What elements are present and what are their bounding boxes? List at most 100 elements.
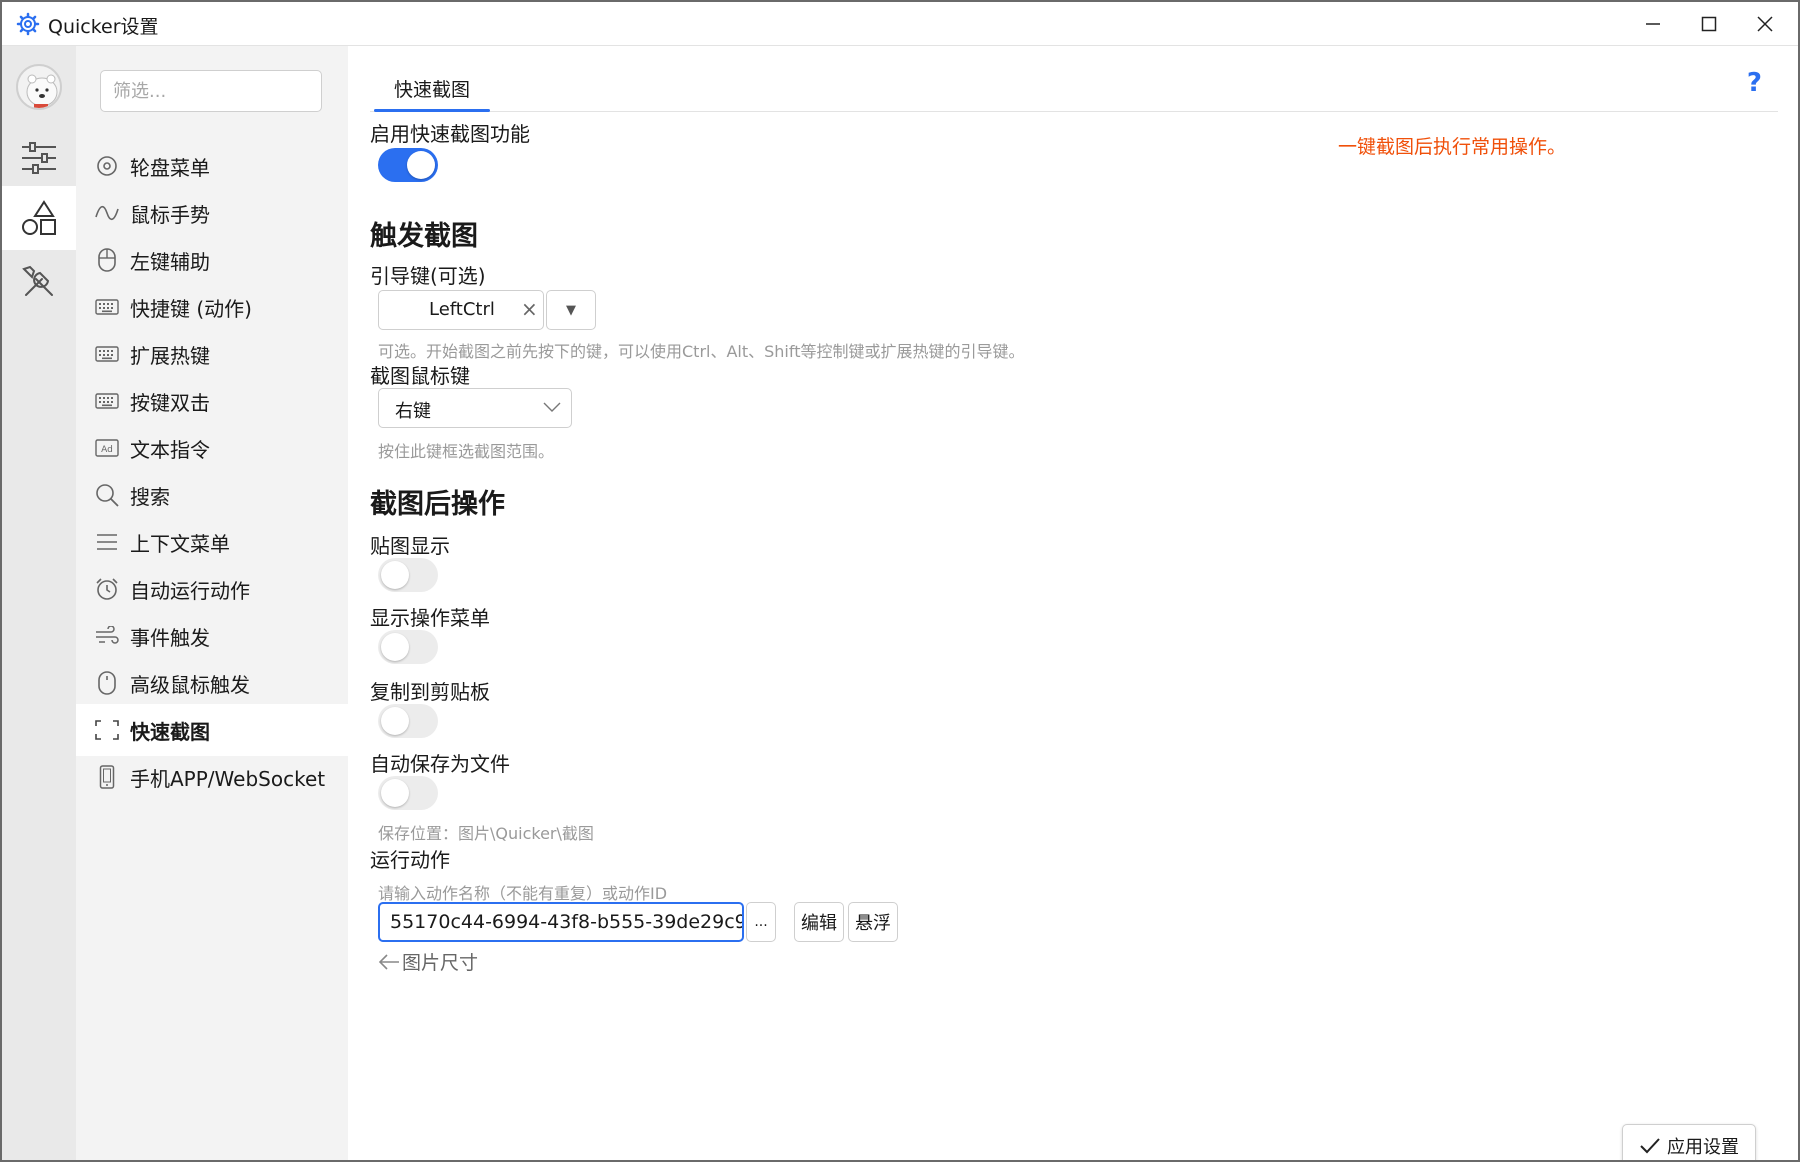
nav-item-wheel-menu[interactable]: 轮盘菜单 [76,140,348,192]
dropdown-arrow-icon: ▼ [566,302,576,318]
nav-item-label: 按键双击 [130,390,210,415]
image-size-link[interactable]: 图片尺寸 [378,948,478,975]
mouse-key-label: 截图鼠标键 [370,364,470,388]
nav-item-key-double-press[interactable]: 按键双击 [76,375,348,427]
mouse-left-icon [98,248,116,272]
run-action-label: 运行动作 [370,848,450,872]
nav-item-label: 手机APP/WebSocket [130,766,326,791]
nav-item-label: 高级鼠标触发 [130,672,250,697]
keyboard-icon [95,299,119,315]
settings-nav: 轮盘菜单 鼠标手势 左键辅助 快捷键 (动作) 扩展热键 按键双击 Ad 文本指… [76,46,348,1160]
nav-item-auto-run-action[interactable]: 自动运行动作 [76,563,348,615]
mouse-key-hint: 按住此键框选截图范围。 [378,442,555,461]
gesture-icon [95,205,119,221]
menu-label: 显示操作菜单 [370,606,490,630]
nav-item-label: 轮盘菜单 [130,155,210,180]
help-icon[interactable]: ? [1747,68,1762,98]
menu-toggle[interactable] [378,630,438,664]
image-size-label: 图片尺寸 [402,952,479,974]
toggle-knob [381,779,409,807]
nav-item-label: 文本指令 [130,437,210,462]
close-button[interactable] [1734,2,1796,46]
chevron-down-icon [543,402,561,412]
nav-item-label: 自动运行动作 [130,578,250,603]
svg-text:Ad: Ad [101,445,113,455]
toggle-knob [381,633,409,661]
rail-shapes[interactable] [2,186,76,250]
save-location-hint: 保存位置：图片\Quicker\截图 [378,824,594,843]
pin-toggle[interactable] [378,558,438,592]
nav-item-label: 上下文菜单 [130,531,230,556]
autosave-toggle[interactable] [378,776,438,810]
mouse-key-select[interactable]: 右键 [378,388,572,428]
run-action-placeholder: 请输入动作名称（不能有重复）或动作ID [378,884,668,903]
enable-toggle[interactable] [378,148,438,182]
nav-item-mouse-gesture[interactable]: 鼠标手势 [76,187,348,239]
close-icon [1757,16,1773,32]
screenshot-icon [95,720,119,740]
lead-key-field[interactable]: LeftCtrl × [378,290,544,330]
edit-button[interactable]: 编辑 [794,902,844,942]
nav-item-label: 快捷键 (动作) [130,296,252,321]
run-action-input[interactable] [378,902,744,942]
clipboard-label: 复制到剪贴板 [370,680,490,704]
toggle-knob [381,561,409,589]
nav-item-label: 扩展热键 [130,343,210,368]
rail-sliders[interactable] [2,126,76,190]
menu-icon [97,534,117,550]
maximize-icon [1701,16,1717,32]
ad-icon: Ad [95,439,119,457]
bear-avatar-icon [26,74,58,108]
phone-icon [99,765,115,789]
arrow-left-icon [378,953,399,970]
rail-tools[interactable] [2,250,76,314]
clear-icon[interactable]: × [521,297,538,321]
nav-item-search[interactable]: 搜索 [76,469,348,521]
nav-item-label: 搜索 [130,484,170,509]
lead-key-hint: 可选。开始截图之前先按下的键，可以使用Ctrl、Alt、Shift等控制键或扩展… [378,342,1025,361]
tab-bar: 快速截图 ? [370,46,1778,112]
apply-settings-label: 应用设置 [1667,1137,1739,1158]
nav-item-label: 事件触发 [130,625,210,650]
nav-item-context-menu[interactable]: 上下文菜单 [76,516,348,568]
minimize-button[interactable] [1622,2,1684,46]
nav-item-mobile-app-websocket[interactable]: 手机APP/WebSocket [76,751,348,803]
nav-item-text-command[interactable]: Ad 文本指令 [76,422,348,474]
toggle-knob [407,151,435,179]
search-icon [96,484,119,507]
window-title: Quicker设置 [48,16,159,38]
wheel-icon [97,156,117,176]
keyboard-icon [95,393,119,409]
nav-item-extended-hotkey[interactable]: 扩展热键 [76,328,348,380]
avatar[interactable] [16,64,62,110]
browse-button[interactable]: ... [746,902,776,942]
main-panel: 快速截图 ? 启用快速截图功能 一键截图后执行常用操作。 触发截图 引导键(可选… [348,46,1798,1160]
clipboard-toggle[interactable] [378,704,438,738]
title-bar: Quicker设置 [2,2,1798,46]
maximize-button[interactable] [1678,2,1740,46]
nav-item-quick-screenshot[interactable]: 快速截图 [76,704,348,756]
toggle-knob [381,707,409,735]
float-button[interactable]: 悬浮 [848,902,898,942]
gear-icon [16,12,40,36]
nav-item-event-trigger[interactable]: 事件触发 [76,610,348,662]
nav-item-label: 鼠标手势 [130,202,210,227]
nav-item-label: 左键辅助 [130,249,210,274]
keyboard-icon [95,346,119,362]
settings-window: Quicker设置 筛选... 轮盘菜单 鼠标手势 左键辅助 快捷键 (动作) … [2,2,1798,1160]
autosave-label: 自动保存为文件 [370,752,510,776]
lead-key-label: 引导键(可选) [370,264,486,288]
nav-item-hotkey-action[interactable]: 快捷键 (动作) [76,281,348,333]
feature-note: 一键截图后执行常用操作。 [1338,136,1567,158]
after-heading: 截图后操作 [370,489,505,520]
apply-settings-button[interactable]: 应用设置 [1622,1124,1756,1160]
filter-input[interactable] [100,70,322,112]
mouse-key-value: 右键 [395,401,431,422]
sliders-icon [22,142,56,174]
nav-item-left-click-assist[interactable]: 左键辅助 [76,234,348,286]
icon-rail [2,46,76,1160]
check-icon [1640,1138,1660,1154]
tab-quick-screenshot[interactable]: 快速截图 [370,68,494,112]
nav-item-advanced-mouse-trigger[interactable]: 高级鼠标触发 [76,657,348,709]
lead-key-dropdown-button[interactable]: ▼ [546,290,596,330]
